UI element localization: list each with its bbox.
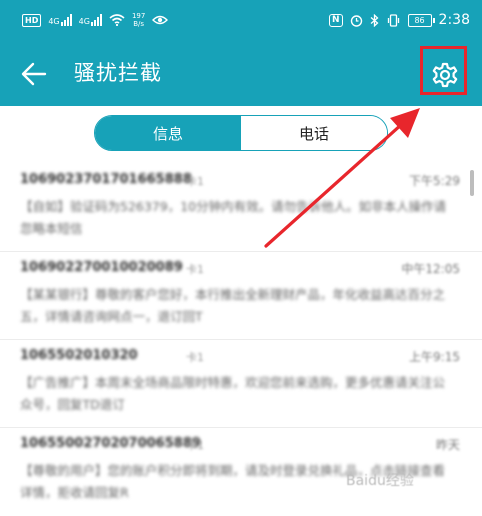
list-item[interactable]: 1069023701701665888 卡1 下午5:29 【自如】验证码为52… [0, 164, 482, 252]
tab-calls[interactable]: 电话 [241, 116, 387, 150]
speed-unit: B/s [133, 20, 145, 28]
speed-value: 197 [131, 12, 146, 20]
watermark: Baidu经验 [346, 473, 414, 489]
list-item[interactable]: 106902270010020089 卡1 中午12:05 【某某银行】尊敬的客… [0, 252, 482, 340]
wifi-icon [109, 14, 125, 26]
message-time: 中午12:05 [401, 262, 460, 276]
status-time: 2:38 [438, 12, 470, 28]
message-preview: 【广告推广】本周末全场商品限时特惠，欢迎您前来选购，更多优惠请关注公众号，回复T… [20, 375, 446, 412]
hd-badge: HD [22, 13, 42, 27]
tab-messages[interactable]: 信息 [95, 116, 241, 150]
sender-number: 1069023701701665888 [20, 172, 192, 187]
back-arrow-icon [21, 62, 47, 86]
network-1-label: 4G [48, 17, 60, 26]
signal-2-icon [90, 14, 102, 26]
sender-number: 10655002702070065889 [20, 436, 201, 451]
bluetooth-icon [370, 13, 379, 27]
list-scrollbar[interactable] [470, 170, 474, 196]
battery-icon: 86 [407, 13, 435, 27]
network-1: 4G [48, 14, 72, 26]
network-2-label: 4G [78, 17, 90, 26]
message-preview: 【某某银行】尊敬的客户您好，本行推出全新理财产品，年化收益高达百分之五，详情请咨… [20, 287, 446, 324]
app-bar: 骚扰拦截 [0, 40, 482, 106]
signal-1-icon [60, 14, 72, 26]
nfc-icon: N [329, 13, 343, 27]
sender-number: 106902270010020089 [20, 260, 183, 275]
sim-flag: 卡1 [186, 439, 204, 452]
blocked-message-list: 1069023701701665888 卡1 下午5:29 【自如】验证码为52… [0, 164, 482, 516]
network-2: 4G [79, 14, 102, 26]
sim-flag: 卡1 [186, 263, 204, 276]
speed-indicator: 197 B/s [132, 12, 145, 28]
segmented-tabs: 信息 电话 [94, 115, 388, 151]
status-bar: HD 4G 4G 197 B/s N 86 2:38 [0, 0, 482, 40]
eye-icon [152, 15, 169, 25]
sim-flag: 卡1 [186, 175, 204, 188]
status-right: N 86 2:38 [329, 12, 470, 28]
sim-flag: 卡1 [186, 351, 204, 364]
page-title: 骚扰拦截 [74, 61, 162, 85]
back-button[interactable] [18, 58, 50, 90]
status-left: HD 4G 4G 197 B/s [22, 12, 169, 28]
settings-highlight-box [420, 46, 467, 95]
message-preview: 【自如】验证码为526379，10分钟内有效。请勿告诉他人。如非本人操作请忽略本… [20, 199, 447, 236]
message-time: 上午9:15 [409, 350, 460, 364]
sender-number: 1065502010320 [20, 348, 138, 363]
alarm-icon [350, 14, 362, 27]
vibrate-icon [387, 13, 399, 27]
message-time: 昨天 [435, 438, 460, 452]
message-time: 下午5:29 [409, 174, 460, 188]
list-item[interactable]: 1065502010320 卡1 上午9:15 【广告推广】本周末全场商品限时特… [0, 340, 482, 428]
